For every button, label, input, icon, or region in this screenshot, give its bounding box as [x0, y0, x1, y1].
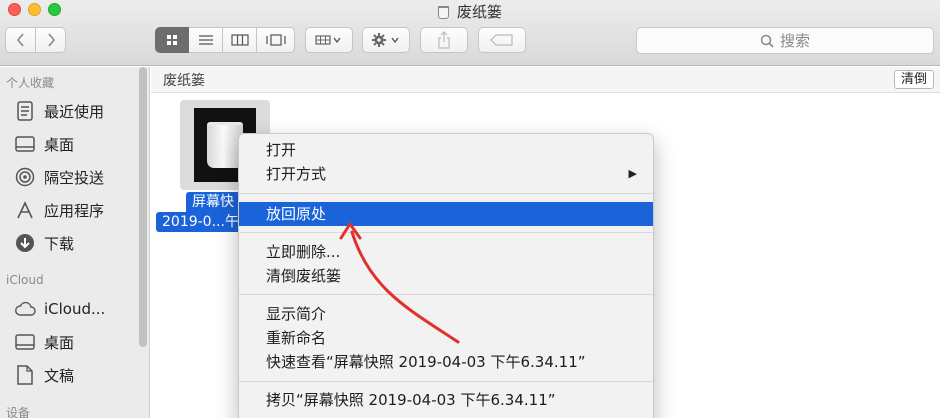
menu-item-open[interactable]: 打开: [239, 138, 653, 162]
view-mode-segmented-control: [155, 27, 295, 53]
share-button[interactable]: [420, 27, 468, 53]
menu-item-copy[interactable]: 拷贝“屏幕快照 2019-04-03 下午6.34.11”: [239, 388, 653, 412]
sidebar-item-icloud-desktop[interactable]: 桌面: [14, 330, 74, 354]
back-button[interactable]: [5, 27, 36, 53]
menu-item-empty-trash[interactable]: 清倒废纸篓: [239, 264, 653, 288]
airdrop-icon: [14, 166, 36, 188]
sidebar-section-favorites: 个人收藏: [6, 76, 55, 90]
sidebar: 个人收藏 最近使用 桌面 隔空投送 应用程序 下载 iCloud iCloud.…: [0, 67, 150, 418]
trash-icon: [437, 6, 449, 19]
forward-button[interactable]: [35, 27, 66, 53]
recents-icon: [14, 100, 36, 122]
desktop-icon: [14, 133, 36, 155]
desktop-icon: [14, 331, 36, 353]
documents-icon: [14, 364, 36, 386]
context-menu: 打开 打开方式 ▶ 放回原处 立即删除... 清倒废纸篓 显示简介 重新命名 快速…: [238, 133, 654, 418]
columns-icon: [230, 34, 249, 46]
path-bar: 废纸篓 清倒: [151, 67, 940, 93]
menu-item-get-info[interactable]: 显示简介: [239, 302, 653, 326]
window-toolbar: 废纸篓 搜索: [0, 0, 940, 66]
window-title: 废纸篓: [0, 1, 940, 22]
icon-view-button[interactable]: [155, 27, 189, 53]
sidebar-item-label: 下载: [44, 234, 75, 253]
menu-separator: [239, 381, 653, 382]
group-by-button[interactable]: [305, 27, 353, 53]
sidebar-item-label: 桌面: [44, 135, 75, 154]
menu-item-put-back[interactable]: 放回原处: [239, 202, 653, 226]
menu-item-delete-immediately[interactable]: 立即删除...: [239, 240, 653, 264]
column-view-button[interactable]: [223, 27, 257, 53]
chevron-left-icon: [16, 33, 24, 47]
sidebar-item-label: iCloud...: [44, 300, 106, 318]
search-placeholder: 搜索: [779, 32, 810, 50]
current-location: 废纸篓: [163, 73, 205, 89]
share-icon: [438, 31, 450, 49]
downloads-icon: [14, 232, 36, 254]
sidebar-item-documents[interactable]: 文稿: [14, 363, 74, 387]
sidebar-item-label: 最近使用: [44, 102, 105, 121]
menu-separator: [239, 294, 653, 295]
sidebar-item-icloud-drive[interactable]: iCloud...: [14, 297, 105, 321]
menu-item-open-with[interactable]: 打开方式 ▶: [239, 162, 653, 186]
sidebar-item-label: 隔空投送: [44, 168, 105, 187]
sidebar-item-recents[interactable]: 最近使用: [14, 99, 104, 123]
sidebar-section-devices: 设备: [6, 406, 31, 418]
gear-icon: [372, 33, 399, 47]
menu-separator: [239, 232, 653, 233]
sidebar-item-desktop[interactable]: 桌面: [14, 132, 74, 156]
list-view-button[interactable]: [189, 27, 223, 53]
sidebar-item-label: 桌面: [44, 333, 75, 352]
list-icon: [198, 35, 213, 45]
submenu-arrow-icon: ▶: [628, 167, 637, 180]
menu-item-quick-look[interactable]: 快速查看“屏幕快照 2019-04-03 下午6.34.11”: [239, 350, 653, 374]
file-name-line1[interactable]: 屏幕快: [186, 192, 240, 212]
search-icon: [760, 34, 774, 48]
gallery-icon: [265, 34, 286, 46]
sidebar-item-label: 文稿: [44, 366, 75, 385]
action-menu-button[interactable]: [362, 27, 410, 53]
sidebar-item-airdrop[interactable]: 隔空投送: [14, 165, 104, 189]
sidebar-item-applications[interactable]: 应用程序: [14, 198, 104, 222]
grid-icon: [167, 35, 177, 45]
chevron-right-icon: [47, 33, 55, 47]
sidebar-item-downloads[interactable]: 下载: [14, 231, 74, 255]
sidebar-item-label: 应用程序: [44, 201, 105, 220]
menu-separator: [239, 193, 653, 194]
sidebar-scrollbar[interactable]: [139, 67, 147, 347]
empty-trash-button[interactable]: 清倒: [893, 70, 934, 89]
applications-icon: [14, 199, 36, 221]
gallery-view-button[interactable]: [257, 27, 295, 53]
group-grid-icon: [315, 35, 341, 45]
tag-icon: [490, 34, 513, 46]
search-field[interactable]: 搜索: [636, 27, 934, 54]
sidebar-section-icloud: iCloud: [6, 273, 44, 287]
cloud-icon: [14, 298, 36, 320]
menu-item-rename[interactable]: 重新命名: [239, 326, 653, 350]
tags-button[interactable]: [478, 27, 526, 53]
file-name-line2[interactable]: 2019-0...午: [156, 212, 245, 232]
